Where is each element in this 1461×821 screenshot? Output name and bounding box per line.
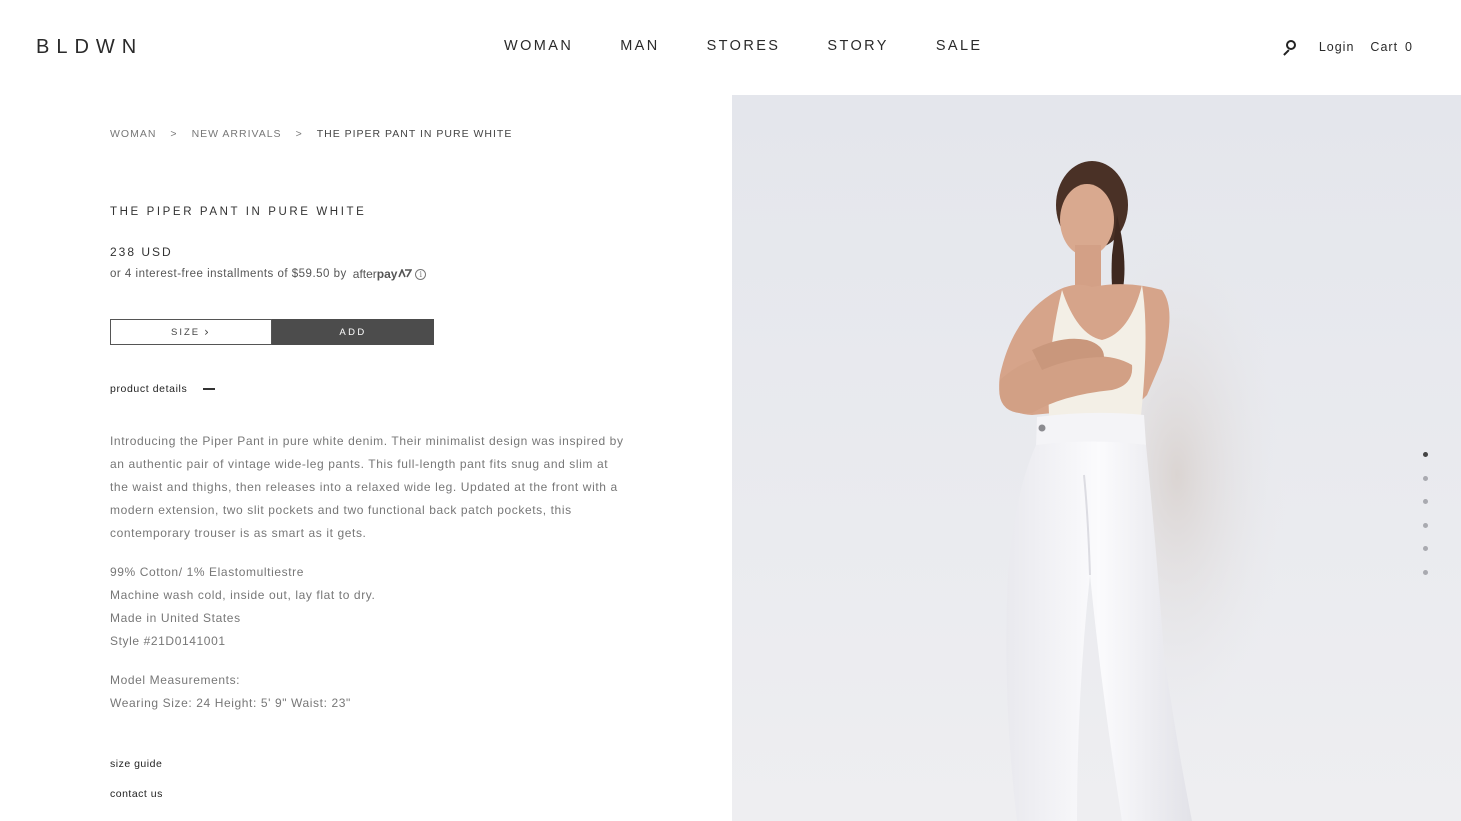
breadcrumb-new-arrivals[interactable]: NEW ARRIVALS	[192, 128, 282, 140]
breadcrumb-separator: >	[170, 128, 178, 140]
gallery-dot[interactable]	[1423, 452, 1428, 457]
product-image	[732, 95, 1461, 821]
spec-style-number: Style #21D0141001	[110, 634, 226, 648]
cart-count: 0	[1405, 40, 1413, 54]
nav-item-stores[interactable]: STORES	[707, 38, 781, 54]
afterpay-logo: afterpay	[353, 267, 413, 281]
nav-item-woman[interactable]: WOMAN	[504, 38, 573, 54]
product-specs: 99% Cotton/ 1% Elastomultiestre Machine …	[110, 561, 375, 653]
spec-care: Machine wash cold, inside out, lay flat …	[110, 588, 376, 602]
size-guide-link[interactable]: size guide	[110, 758, 162, 770]
spec-composition: 99% Cotton/ 1% Elastomultiestre	[110, 565, 305, 579]
gallery-pagination	[1423, 452, 1428, 594]
nav-item-man[interactable]: MAN	[620, 38, 659, 54]
size-label: SIZE	[171, 326, 201, 338]
gallery-dot[interactable]	[1423, 522, 1428, 528]
gallery-dot[interactable]	[1423, 499, 1428, 505]
breadcrumb: WOMAN > NEW ARRIVALS > THE PIPER PANT IN…	[110, 128, 512, 140]
header-actions: Login Cart 0	[1281, 38, 1413, 56]
nav-item-sale[interactable]: SALE	[936, 38, 983, 54]
measurements-title: Model Measurements:	[110, 673, 241, 687]
gallery-dot[interactable]	[1423, 569, 1428, 575]
product-details-label: product details	[110, 383, 188, 395]
product-details-toggle[interactable]: product details	[110, 383, 216, 395]
installments-text: or 4 interest-free installments of $59.5…	[110, 268, 347, 280]
search-icon[interactable]	[1281, 38, 1299, 56]
breadcrumb-woman[interactable]: WOMAN	[110, 128, 156, 140]
afterpay-installments: or 4 interest-free installments of $59.5…	[110, 267, 427, 281]
cart-label: Cart	[1370, 40, 1399, 54]
login-link[interactable]: Login	[1319, 40, 1355, 54]
spec-origin: Made in United States	[110, 611, 241, 625]
product-description: Introducing the Piper Pant in pure white…	[110, 434, 624, 540]
nav-item-story[interactable]: STORY	[827, 38, 888, 54]
gallery-dot[interactable]	[1423, 546, 1428, 552]
main-nav: WOMAN MAN STORES STORY SALE	[504, 38, 983, 54]
brand-logo[interactable]: BLDWN	[36, 36, 143, 59]
model-photo-illustration	[999, 161, 1287, 821]
cart-link[interactable]: Cart 0	[1370, 40, 1413, 54]
model-measurements: Model Measurements: Wearing Size: 24 Hei…	[110, 669, 351, 715]
product-price: 238 USD	[110, 245, 173, 259]
gallery-dot[interactable]	[1423, 475, 1428, 481]
info-icon[interactable]: i	[415, 268, 427, 280]
size-select-button[interactable]: SIZE ›	[110, 319, 272, 345]
measurements-values: Wearing Size: 24 Height: 5' 9" Waist: 23…	[110, 696, 351, 710]
chevron-right-icon: ›	[204, 325, 211, 339]
minus-icon	[203, 388, 216, 390]
contact-us-link[interactable]: contact us	[110, 788, 163, 800]
breadcrumb-separator: >	[295, 128, 303, 140]
product-title: THE PIPER PANT IN PURE WHITE	[110, 206, 367, 218]
add-to-cart-button[interactable]: ADD	[272, 319, 434, 345]
breadcrumb-current: THE PIPER PANT IN PURE WHITE	[316, 128, 513, 140]
